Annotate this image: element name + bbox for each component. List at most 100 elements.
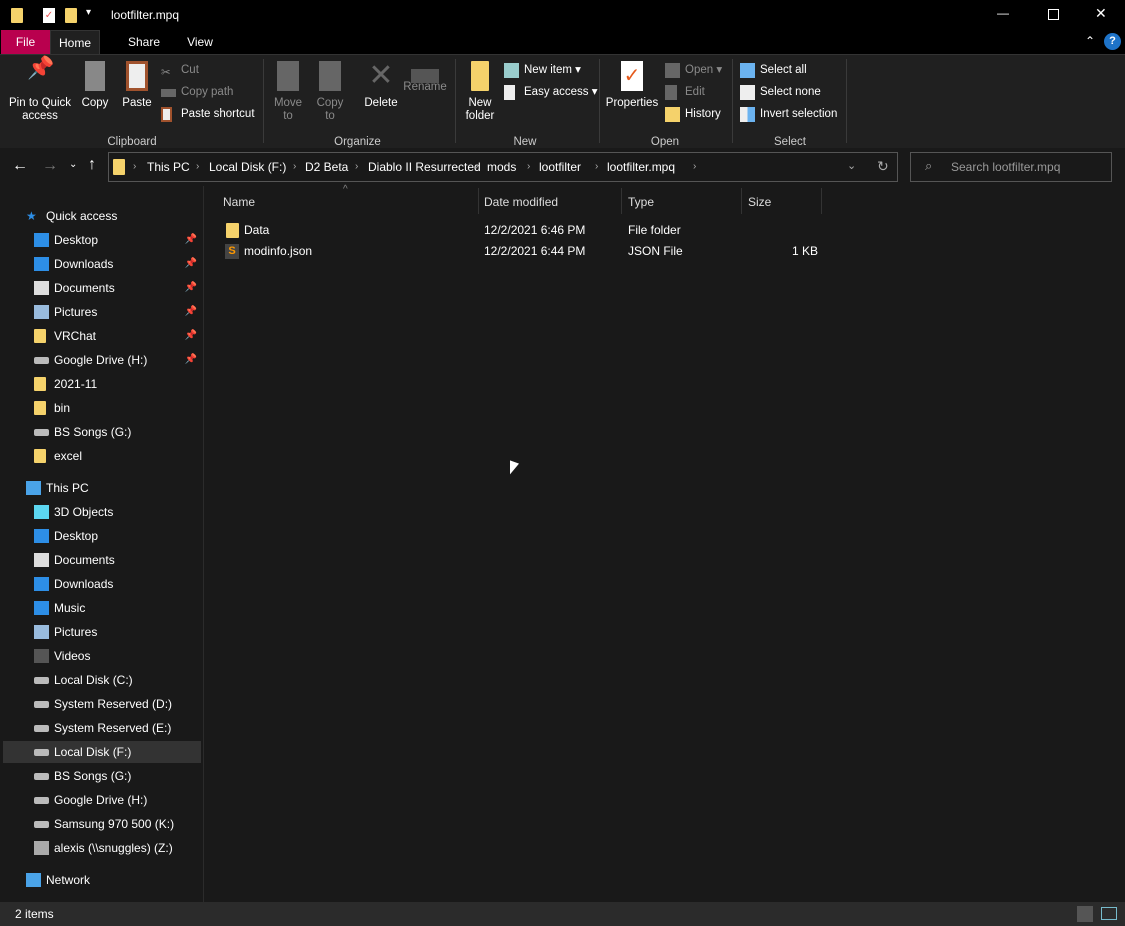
open-button[interactable]: Open ▾	[665, 60, 722, 80]
new-folder-quick-icon[interactable]	[65, 8, 77, 23]
tab-share[interactable]: Share	[118, 30, 170, 55]
recent-locations-button[interactable]: ⌄	[69, 159, 77, 170]
back-button[interactable]: ←	[12, 157, 28, 175]
copy-to-button[interactable]: Copy to	[312, 61, 348, 123]
details-view-button[interactable]	[1077, 906, 1093, 922]
forward-button[interactable]: →	[42, 157, 58, 175]
sidebar-item-videos[interactable]: Videos	[3, 645, 201, 667]
sidebar-item-2021-11[interactable]: 2021-11	[3, 373, 201, 395]
cut-button[interactable]: ✂ Cut	[161, 60, 199, 80]
history-button[interactable]: History	[665, 104, 721, 124]
column-header-name[interactable]: Name	[223, 192, 255, 214]
sidebar-item-samsung-970-500-k[interactable]: Samsung 970 500 (K:)	[3, 813, 201, 835]
edit-button[interactable]: Edit	[665, 82, 705, 102]
copy-path-button[interactable]: Copy path	[161, 82, 233, 102]
customize-toolbar-icon[interactable]: ▾	[86, 7, 91, 18]
properties-button[interactable]: ✓ Properties	[604, 61, 660, 110]
sidebar-item-vrchat[interactable]: VRChat 📌	[3, 325, 201, 347]
breadcrumb-chevron[interactable]: ›	[595, 153, 598, 181]
sidebar-item-google-drive-h[interactable]: Google Drive (H:)	[3, 789, 201, 811]
breadcrumb-chevron[interactable]: ›	[475, 153, 478, 181]
sidebar-item-pictures[interactable]: Pictures	[3, 621, 201, 643]
column-header-size[interactable]: Size	[748, 192, 771, 214]
breadcrumb-mods[interactable]: mods	[487, 153, 516, 181]
new-item-button[interactable]: New item ▾	[504, 60, 581, 80]
close-button[interactable]: ✕	[1095, 5, 1107, 22]
sidebar-item-this-pc[interactable]: This PC	[3, 477, 201, 499]
large-icons-view-button[interactable]	[1101, 907, 1117, 920]
column-divider[interactable]	[821, 188, 822, 214]
tab-view[interactable]: View	[176, 30, 224, 55]
column-divider[interactable]	[621, 188, 622, 214]
maximize-button[interactable]	[1048, 9, 1059, 20]
properties-quick-icon[interactable]: ✓	[43, 8, 55, 23]
breadcrumb-d2-beta[interactable]: D2 Beta	[305, 153, 348, 181]
breadcrumb-chevron[interactable]: ›	[293, 153, 296, 181]
minimize-button[interactable]: —	[997, 6, 1009, 20]
sidebar-item-network[interactable]: Network	[3, 869, 201, 891]
help-icon[interactable]: ?	[1104, 33, 1121, 50]
sidebar-item-downloads[interactable]: Downloads	[3, 573, 201, 595]
pin-icon[interactable]: 📌	[185, 325, 197, 347]
sidebar-item-system-reserved-e[interactable]: System Reserved (E:)	[3, 717, 201, 739]
sidebar-item-alexis-snuggles-z[interactable]: alexis (\\snuggles) (Z:)	[3, 837, 201, 859]
breadcrumb-chevron[interactable]: ›	[693, 153, 696, 181]
navigation-pane[interactable]: ★ Quick access Desktop 📌 Downloads 📌 Documents…	[0, 186, 204, 902]
new-folder-button[interactable]: New folder	[460, 61, 500, 123]
sidebar-item-desktop[interactable]: Desktop	[3, 525, 201, 547]
pin-quick-access-button[interactable]: 📌 Pin to Quick access	[4, 57, 76, 123]
breadcrumb-lootfilter-mpq[interactable]: lootfilter.mpq	[607, 153, 675, 181]
sidebar-item-3d-objects[interactable]: 3D Objects	[3, 501, 201, 523]
easy-access-button[interactable]: Easy access ▾	[504, 82, 598, 102]
breadcrumb-this-pc[interactable]: This PC	[147, 153, 190, 181]
sidebar-item-bin[interactable]: bin	[3, 397, 201, 419]
breadcrumb-chevron[interactable]: ›	[355, 153, 358, 181]
refresh-icon[interactable]: ↻	[877, 158, 889, 175]
tab-home[interactable]: Home	[50, 30, 100, 55]
rename-button[interactable]: Rename	[402, 61, 448, 94]
column-header-type[interactable]: Type	[628, 192, 654, 214]
move-to-button[interactable]: Move to	[270, 61, 306, 123]
sidebar-item-downloads[interactable]: Downloads 📌	[3, 253, 201, 275]
select-all-button[interactable]: Select all	[740, 60, 807, 80]
breadcrumb-lootfilter[interactable]: lootfilter	[539, 153, 581, 181]
pin-icon[interactable]: 📌	[185, 229, 197, 251]
tab-file[interactable]: File	[1, 30, 50, 55]
breadcrumb-chevron[interactable]: ›	[133, 153, 136, 181]
up-button[interactable]: ↑	[88, 156, 96, 174]
sidebar-item-documents[interactable]: Documents 📌	[3, 277, 201, 299]
sidebar-item-local-disk-f[interactable]: Local Disk (F:)	[3, 741, 201, 763]
column-divider[interactable]	[478, 188, 479, 214]
sidebar-item-local-disk-c[interactable]: Local Disk (C:)	[3, 669, 201, 691]
pin-icon[interactable]: 📌	[185, 301, 197, 323]
breadcrumb-local-disk[interactable]: Local Disk (F:)	[209, 153, 286, 181]
file-row[interactable]: Data 12/2/2021 6:46 PM File folder	[220, 220, 820, 241]
search-input[interactable]: Search lootfilter.mpq	[910, 152, 1112, 182]
breadcrumb-diablo[interactable]: Diablo II Resurrected	[368, 153, 481, 181]
sidebar-item-music[interactable]: Music	[3, 597, 201, 619]
sidebar-item-pictures[interactable]: Pictures 📌	[3, 301, 201, 323]
sidebar-item-google-drive-h[interactable]: Google Drive (H:) 📌	[3, 349, 201, 371]
invert-selection-button[interactable]: Invert selection	[740, 104, 837, 124]
sidebar-item-bs-songs-g[interactable]: BS Songs (G:)	[3, 765, 201, 787]
select-none-button[interactable]: Select none	[740, 82, 821, 102]
sidebar-item-system-reserved-d[interactable]: System Reserved (D:)	[3, 693, 201, 715]
file-row[interactable]: S modinfo.json 12/2/2021 6:44 PM JSON Fi…	[220, 241, 820, 262]
pin-icon[interactable]: 📌	[185, 277, 197, 299]
column-divider[interactable]	[741, 188, 742, 214]
address-bar[interactable]: › This PC › Local Disk (F:) › D2 Beta › …	[108, 152, 898, 182]
sidebar-item-desktop[interactable]: Desktop 📌	[3, 229, 201, 251]
pin-icon[interactable]: 📌	[185, 253, 197, 275]
paste-button[interactable]: Paste	[118, 61, 156, 110]
sidebar-item-bs-songs-g[interactable]: BS Songs (G:)	[3, 421, 201, 443]
address-dropdown-icon[interactable]: ⌄	[847, 159, 856, 172]
sidebar-item-documents[interactable]: Documents	[3, 549, 201, 571]
column-header-date[interactable]: Date modified	[484, 192, 558, 214]
breadcrumb-chevron[interactable]: ›	[196, 153, 199, 181]
copy-button[interactable]: Copy	[78, 61, 112, 110]
paste-shortcut-button[interactable]: Paste shortcut	[161, 104, 255, 124]
sidebar-item-excel[interactable]: excel	[3, 445, 201, 467]
collapse-ribbon-icon[interactable]: ⌃	[1085, 34, 1095, 48]
breadcrumb-chevron[interactable]: ›	[527, 153, 530, 181]
sidebar-item-quick-access[interactable]: ★ Quick access	[3, 205, 201, 227]
